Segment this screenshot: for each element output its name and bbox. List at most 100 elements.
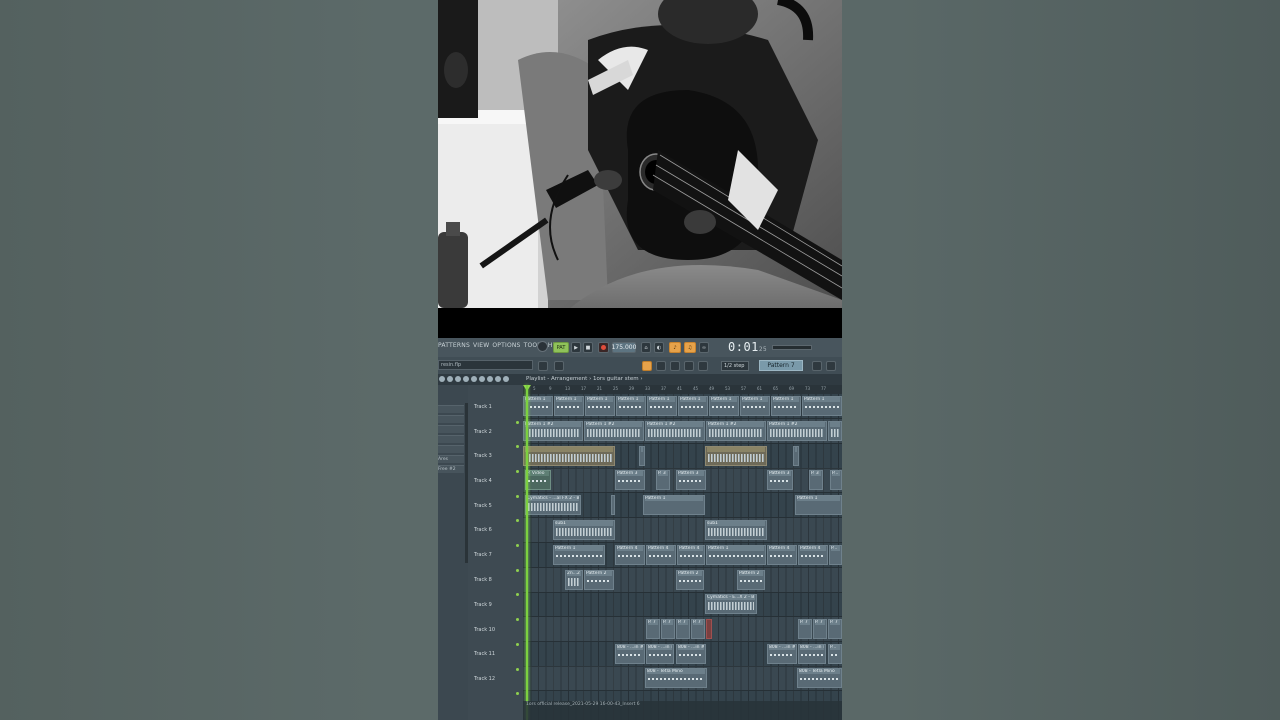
track-mute-led[interactable]	[516, 470, 519, 473]
pattern-clip[interactable]: P. 7	[813, 619, 827, 639]
pattern-clip[interactable]: Pattern 1 #2	[584, 421, 644, 441]
pattern-clip[interactable]	[828, 421, 842, 441]
pattern-clip[interactable]	[611, 495, 615, 515]
pattern-clip[interactable]: 808 - Tetla Mino	[645, 668, 707, 688]
browser-item[interactable]	[438, 405, 464, 413]
browser-item[interactable]: Ares	[438, 455, 464, 463]
track-mute-led[interactable]	[516, 569, 519, 572]
pattern-clip[interactable]: P. 3	[809, 470, 823, 490]
pattern-song-toggle[interactable]: PAT	[553, 342, 569, 353]
track-mute-led[interactable]	[516, 618, 519, 621]
slip-tool-icon[interactable]	[471, 376, 477, 382]
track-label[interactable]: Track 4	[474, 478, 492, 484]
master-volume-knob[interactable]	[537, 341, 548, 352]
track-mute-led[interactable]	[516, 421, 519, 424]
audio-footer-clip[interactable]: 1ors official release_2021-05-29 16-00-4…	[523, 701, 842, 720]
pattern-clip[interactable]: Pattern 4	[767, 545, 797, 565]
pattern-clip[interactable]	[793, 446, 799, 466]
playback-tool-icon[interactable]	[503, 376, 509, 382]
track-label[interactable]: Track 7	[474, 552, 492, 558]
select-tool-icon[interactable]	[487, 376, 493, 382]
pattern-clip[interactable]: Pattern 1 #2	[523, 421, 583, 441]
pattern-clip[interactable]: 808 - Tetla Mino	[797, 668, 842, 688]
play-button[interactable]: ▶	[571, 342, 581, 353]
pattern-clip[interactable]: Pattern 1	[678, 396, 708, 416]
pattern-clip[interactable]: Pattern 1 #2	[645, 421, 705, 441]
pattern-clip[interactable]: Pattern 1	[802, 396, 842, 416]
browser-item[interactable]	[438, 415, 464, 423]
pattern-clip[interactable]: P...	[829, 545, 842, 565]
track-mute-led[interactable]	[516, 668, 519, 671]
track-mute-led[interactable]	[516, 519, 519, 522]
track-label[interactable]: Track 1	[474, 404, 492, 410]
track-label[interactable]: Track 3	[474, 453, 492, 459]
countdown-icon[interactable]: ♪	[669, 342, 681, 353]
wait-input-icon[interactable]: ◐	[654, 342, 664, 353]
metronome-icon[interactable]: ⌂	[641, 342, 651, 353]
loop-record-icon[interactable]: ∞	[699, 342, 709, 353]
audio-clip[interactable]: Cymatics - ...al FX 2 - B	[525, 495, 581, 515]
pattern-clip[interactable]: P. 7	[661, 619, 675, 639]
delete-tool-icon[interactable]	[455, 376, 461, 382]
pattern-clip[interactable]: P. 7	[676, 619, 690, 639]
pattern-clip[interactable]: P...	[828, 644, 842, 664]
pattern-clip[interactable]: Pattern 1	[585, 396, 615, 416]
step-edit-icon[interactable]: ♫	[684, 342, 696, 353]
paint-tool-icon[interactable]	[447, 376, 453, 382]
pattern-clip[interactable]: Pattern 3	[676, 470, 706, 490]
pattern-clip[interactable]: Pattern 1	[709, 396, 739, 416]
track-label[interactable]: Track 8	[474, 577, 492, 583]
audio-clip[interactable]: Cymatics - E...X 2 - B #3	[705, 594, 757, 614]
pattern-clip[interactable]: Pattern 1	[706, 545, 766, 565]
pattern-clip[interactable]: Pattern 1	[643, 495, 705, 515]
mute-tool-icon[interactable]	[463, 376, 469, 382]
pattern-clip[interactable]: Pattern 1	[771, 396, 801, 416]
playlist-icon[interactable]	[554, 361, 564, 371]
track-mute-led[interactable]	[516, 643, 519, 646]
audio-clip[interactable]	[523, 446, 615, 466]
pattern-clip[interactable]: 808 - ...in #2	[798, 644, 826, 664]
track-lane[interactable]	[523, 592, 842, 617]
track-mute-led[interactable]	[516, 544, 519, 547]
track-label[interactable]: Track 2	[474, 429, 492, 435]
pattern-clip[interactable]: Pattern 1	[554, 396, 584, 416]
piano-roll-icon[interactable]	[642, 361, 652, 371]
menu-patterns[interactable]: PATTERNS	[438, 342, 470, 349]
pattern-clip[interactable]	[639, 446, 645, 466]
audio-clip[interactable]	[705, 446, 767, 466]
track-label[interactable]: Track 12	[474, 676, 495, 682]
track-mute-led[interactable]	[516, 495, 519, 498]
settings-icon[interactable]	[826, 361, 836, 371]
pattern-clip[interactable]: Pattern 1	[647, 396, 677, 416]
slice-tool-icon[interactable]	[479, 376, 485, 382]
pattern-clip[interactable]: Pattern 3	[767, 470, 793, 490]
pattern-clip[interactable]: Pattern 2	[676, 570, 704, 590]
pencil-icon[interactable]	[670, 361, 680, 371]
pattern-clip[interactable]: Pattern 3	[615, 470, 645, 490]
pattern-clip[interactable]: 808 - ...in #2	[767, 644, 797, 664]
record-button[interactable]	[598, 342, 609, 353]
pattern-clip[interactable]: Pattern 1 #2	[767, 421, 827, 441]
track-mute-led[interactable]	[516, 593, 519, 596]
pattern-clip[interactable]: Pattern 2	[584, 570, 614, 590]
playlist-grid[interactable]: Pattern 1 Pattern 1 Pattern 1 Pattern 1 …	[523, 394, 842, 720]
pattern-clip[interactable]: 808 - ...in #2	[615, 644, 645, 664]
snap-selector[interactable]: 1/2 step	[721, 361, 749, 371]
pattern-clip[interactable]: P. 7	[828, 619, 842, 639]
track-mute-led[interactable]	[516, 445, 519, 448]
pattern-clip[interactable]: Pattern 1	[740, 396, 770, 416]
arrow-icon[interactable]	[656, 361, 666, 371]
pattern-clip[interactable]: P. 7	[798, 619, 812, 639]
pattern-clip[interactable]: Pattern 1	[795, 495, 842, 515]
pattern-clip[interactable]: P. 7	[646, 619, 660, 639]
pattern-clip[interactable]: P. 3	[656, 470, 670, 490]
pattern-clip[interactable]: Pattern 1	[553, 545, 605, 565]
track-label[interactable]: Track 9	[474, 602, 492, 608]
link-icon[interactable]	[684, 361, 694, 371]
pattern-clip[interactable]: Pattern 4	[615, 545, 645, 565]
pattern-clip[interactable]: P. 7	[691, 619, 705, 639]
video-clip[interactable]: P. Video	[525, 470, 551, 490]
plugin-icon[interactable]	[698, 361, 708, 371]
playhead-line[interactable]	[526, 385, 528, 720]
pattern-clip[interactable]: 808 - ...in #2	[676, 644, 706, 664]
